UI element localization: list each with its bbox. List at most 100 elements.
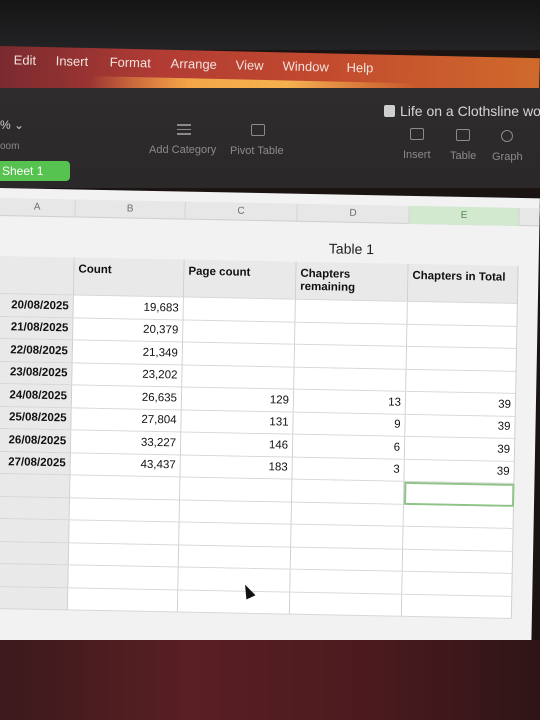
graph-icon[interactable] [501,130,513,142]
table-cell[interactable]: 146 [180,432,294,458]
add-category-button[interactable]: Add Category [149,144,216,156]
column-header-d[interactable]: D [297,203,410,224]
table-cell[interactable]: 183 [180,455,293,480]
table-cell[interactable] [67,587,179,613]
table-cell[interactable] [179,500,293,525]
column-header-c[interactable]: C [185,201,298,222]
table-cell[interactable] [407,324,518,349]
table-cell[interactable]: 39 [405,414,516,439]
table-cell[interactable] [183,297,296,323]
row-header-cell[interactable] [0,496,71,521]
table-cell[interactable]: 39 [405,391,517,417]
menu-edit[interactable]: Edit [14,52,37,68]
row-header-cell[interactable] [0,473,71,498]
menu-view[interactable]: View [235,57,263,73]
table-cell[interactable] [69,520,180,546]
table-cell[interactable] [401,594,513,619]
table-cell[interactable] [406,369,517,394]
table-cell[interactable]: 19,683 [73,295,184,321]
table-cell[interactable] [180,477,293,503]
insert-button[interactable]: Insert [403,149,431,161]
table-cell[interactable] [294,344,408,370]
table-cell[interactable]: 3 [292,457,405,482]
table-cell[interactable]: 129 [181,387,295,413]
table-cell[interactable]: 21,349 [72,340,184,366]
table-cell[interactable] [290,569,403,595]
menu-format[interactable]: Format [109,54,151,70]
table-cell[interactable] [294,367,407,392]
table-cell[interactable] [70,475,181,501]
row-header-cell[interactable] [0,541,70,566]
row-header-cell[interactable]: 20/08/2025 [0,293,74,318]
table-cell[interactable] [404,481,515,507]
table-cell[interactable]: 39 [404,459,515,484]
table-icon[interactable] [456,129,470,141]
table-cell[interactable] [178,545,292,570]
row-header-cell[interactable]: 25/08/2025 [0,406,72,431]
table-cell[interactable] [182,365,295,390]
table-cell[interactable] [407,301,518,327]
table-cell[interactable] [182,342,296,368]
add-category-icon[interactable] [177,124,191,135]
table-cell[interactable] [402,549,514,574]
header-cell-chapters-remaining[interactable]: Chapters remaining [295,261,409,302]
table-cell[interactable]: 9 [293,412,406,437]
insert-icon[interactable] [410,128,424,140]
table-cell[interactable] [295,299,408,325]
table-cell[interactable]: 26,635 [71,385,183,411]
row-header-cell[interactable]: 22/08/2025 [0,338,74,363]
row-header-cell[interactable]: 27/08/2025 [0,451,71,476]
table-cell[interactable] [177,589,291,615]
table-cell[interactable]: 43,437 [70,452,181,478]
table-button[interactable]: Table [450,150,476,162]
row-header-cell[interactable]: 24/08/2025 [0,383,73,408]
table-cell[interactable] [403,504,514,529]
table-cell[interactable] [179,522,292,548]
menu-insert[interactable]: Insert [56,53,89,69]
table-cell[interactable] [290,547,404,572]
table-cell[interactable]: 20,379 [73,317,184,343]
table-cell[interactable]: 27,804 [71,407,182,433]
table-cell[interactable] [402,571,513,597]
row-header-cell[interactable]: 23/08/2025 [0,361,73,386]
table-cell[interactable] [178,567,291,593]
column-header-b[interactable]: B [75,199,186,220]
column-header-e[interactable]: E [409,205,520,226]
table-cell[interactable]: 131 [181,410,294,435]
table-cell[interactable] [68,542,180,568]
header-cell-count[interactable]: Count [73,257,185,298]
header-cell-chapters-total[interactable]: Chapters in Total [407,263,519,304]
table-cell[interactable] [406,346,518,372]
pivot-table-icon[interactable] [251,124,265,136]
table-cell[interactable]: 39 [404,436,516,462]
pivot-table-button[interactable]: Pivot Table [230,145,284,157]
graph-button[interactable]: Graph [492,151,523,163]
row-header-cell[interactable]: 26/08/2025 [0,428,72,453]
table-cell[interactable]: 13 [293,389,407,415]
table-cell[interactable] [183,320,296,345]
menu-window[interactable]: Window [282,58,329,74]
table-cell[interactable] [291,502,405,527]
row-header-cell[interactable] [0,586,69,611]
table-cell[interactable] [295,322,408,347]
row-header-cell[interactable] [0,518,70,543]
sheet-tab[interactable]: Sheet 1 [0,161,70,181]
zoom-dropdown[interactable]: % ⌄ [0,118,24,132]
row-header-cell[interactable]: 21/08/2025 [0,316,74,341]
table-cell[interactable] [291,524,404,550]
menu-help[interactable]: Help [346,60,373,76]
header-cell-page-count[interactable]: Page count [183,259,297,300]
row-header-cell[interactable] [0,563,69,588]
table-cell[interactable] [292,479,405,505]
zoom-label: oom [0,141,20,152]
menu-arrange[interactable]: Arrange [170,56,217,72]
table-cell[interactable]: 33,227 [70,430,182,456]
table-cell[interactable] [403,526,514,552]
header-cell-date[interactable] [0,255,75,296]
table-cell[interactable] [289,592,403,617]
table-cell[interactable]: 6 [292,434,406,460]
table-cell[interactable] [68,565,179,590]
column-header-a[interactable]: A [0,197,76,218]
table-cell[interactable] [69,497,181,523]
table-cell[interactable]: 23,202 [72,362,183,388]
